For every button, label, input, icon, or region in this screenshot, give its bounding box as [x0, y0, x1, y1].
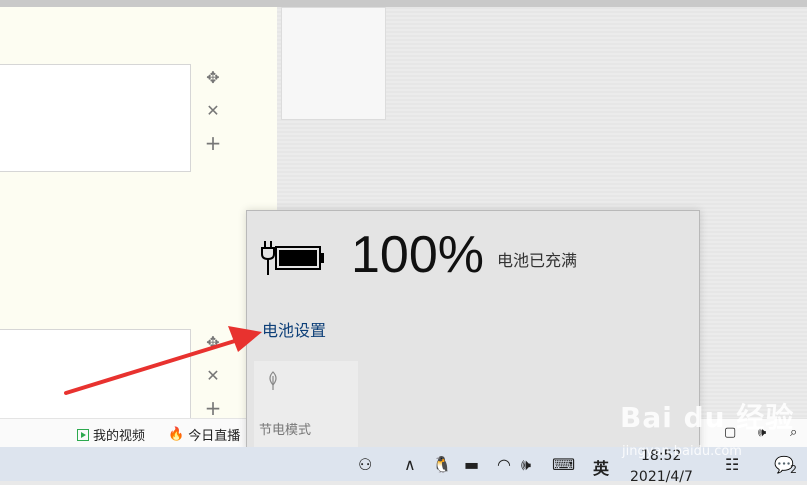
- wifi-icon[interactable]: ◠: [497, 455, 511, 474]
- baidu-watermark: Bai du 经验: [620, 401, 795, 434]
- qq-icon[interactable]: 🐧: [432, 455, 452, 474]
- keyboard-icon[interactable]: ⌨: [552, 455, 575, 474]
- clock-date[interactable]: 2021/4/7: [630, 469, 693, 485]
- input-method-indicator[interactable]: 英: [593, 455, 609, 479]
- chevron-up-icon[interactable]: ∧: [404, 455, 416, 474]
- notification-count: 2: [790, 463, 797, 476]
- people-icon[interactable]: ⚇: [358, 455, 372, 474]
- battery-tray-icon[interactable]: ▬: [464, 455, 479, 474]
- baidu-watermark-url: jingyan.baidu.com: [622, 444, 742, 459]
- volume-tray-icon[interactable]: 🕪: [521, 455, 531, 475]
